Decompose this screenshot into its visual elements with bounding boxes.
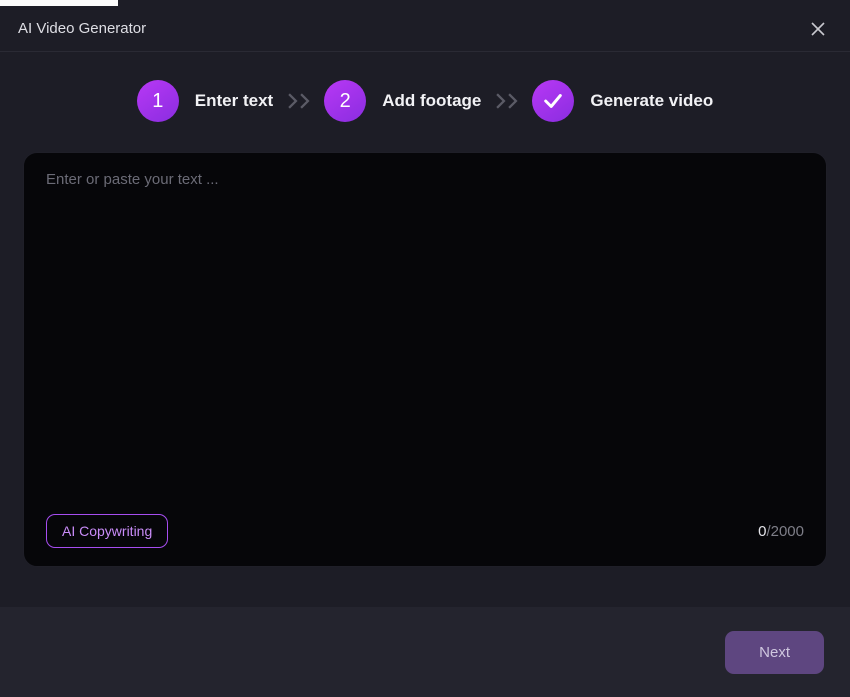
char-count-max: /2000 (766, 523, 804, 540)
step-badge-1: 1 (137, 80, 179, 122)
check-icon (542, 90, 564, 112)
step-label-1: Enter text (195, 91, 273, 111)
step-badge-2: 2 (324, 80, 366, 122)
editor-footer: AI Copywriting 0/2000 (46, 506, 804, 548)
step-separator (495, 93, 518, 109)
step-separator (287, 93, 310, 109)
step-label-3: Generate video (590, 91, 713, 111)
chevron-right-icon (287, 93, 298, 109)
chevron-right-icon (495, 93, 506, 109)
page-title: AI Video Generator (18, 20, 146, 37)
step-2: 2 Add footage (324, 80, 481, 122)
step-indicator: 1 Enter text 2 Add footage Generate vide… (23, 80, 827, 122)
close-button[interactable] (804, 15, 832, 43)
step-badge-3 (532, 80, 574, 122)
step-label-2: Add footage (382, 91, 481, 111)
character-count: 0/2000 (758, 523, 804, 540)
modal-content: 1 Enter text 2 Add footage Generate vide… (0, 52, 850, 567)
step-3: Generate video (532, 80, 713, 122)
chevron-right-icon (299, 93, 310, 109)
close-icon (810, 21, 826, 37)
next-button[interactable]: Next (725, 631, 824, 674)
modal-header: AI Video Generator (0, 6, 850, 52)
window-top-strip (0, 0, 850, 6)
step-1: 1 Enter text (137, 80, 273, 122)
ai-copywriting-button[interactable]: AI Copywriting (46, 514, 168, 548)
bottom-bar: Next (0, 607, 850, 697)
text-editor-card: AI Copywriting 0/2000 (23, 152, 827, 567)
text-input[interactable] (46, 171, 804, 506)
chevron-right-icon (507, 93, 518, 109)
